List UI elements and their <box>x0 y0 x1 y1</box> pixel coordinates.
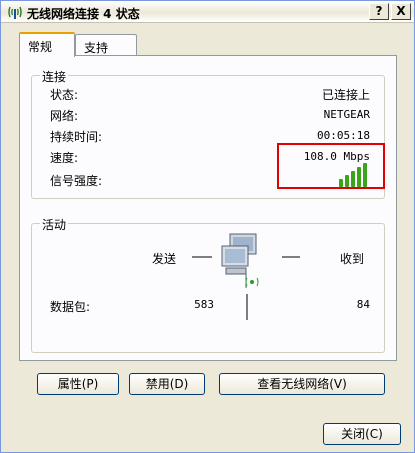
title-bar: 无线网络连接 4 状态 ? X <box>1 1 414 23</box>
speed-label: 速度: <box>50 151 79 165</box>
packets-sent-value: 583 <box>194 298 214 311</box>
activity-group: 活动 发送 收到 数据包: 583 84 <box>31 216 385 353</box>
help-button[interactable]: ? <box>369 3 389 20</box>
status-value: 已连接上 <box>321 88 370 102</box>
signal-strength-label: 信号强度: <box>50 174 103 188</box>
properties-button[interactable]: 属性(P) <box>37 373 119 395</box>
packets-received-value: 84 <box>356 298 370 311</box>
received-label: 收到 <box>340 252 365 266</box>
packets-label: 数据包: <box>50 300 91 314</box>
highlight-box <box>277 143 385 189</box>
duration-label: 持续时间: <box>50 130 103 144</box>
status-dialog: 无线网络连接 4 状态 ? X 常规 支持 连接 状态: 已连接上 网络: NE… <box>0 0 415 453</box>
tab-general[interactable]: 常规 <box>19 32 75 57</box>
close-window-button[interactable]: X <box>391 3 411 20</box>
wireless-network-icon <box>8 6 22 19</box>
network-value: NETGEAR <box>323 108 370 121</box>
connection-legend: 连接 <box>40 68 69 85</box>
sent-label: 发送 <box>152 252 177 266</box>
network-label: 网络: <box>50 109 79 123</box>
disable-button[interactable]: 禁用(D) <box>129 373 205 395</box>
tab-support[interactable]: 支持 <box>75 34 137 56</box>
close-button[interactable]: 关闭(C) <box>323 423 401 445</box>
duration-value: 00:05:18 <box>317 129 370 142</box>
status-label: 状态: <box>50 88 79 102</box>
view-wireless-networks-button[interactable]: 查看无线网络(V) <box>219 373 385 395</box>
window-title: 无线网络连接 4 状态 <box>27 7 140 21</box>
activity-legend: 活动 <box>40 216 69 233</box>
